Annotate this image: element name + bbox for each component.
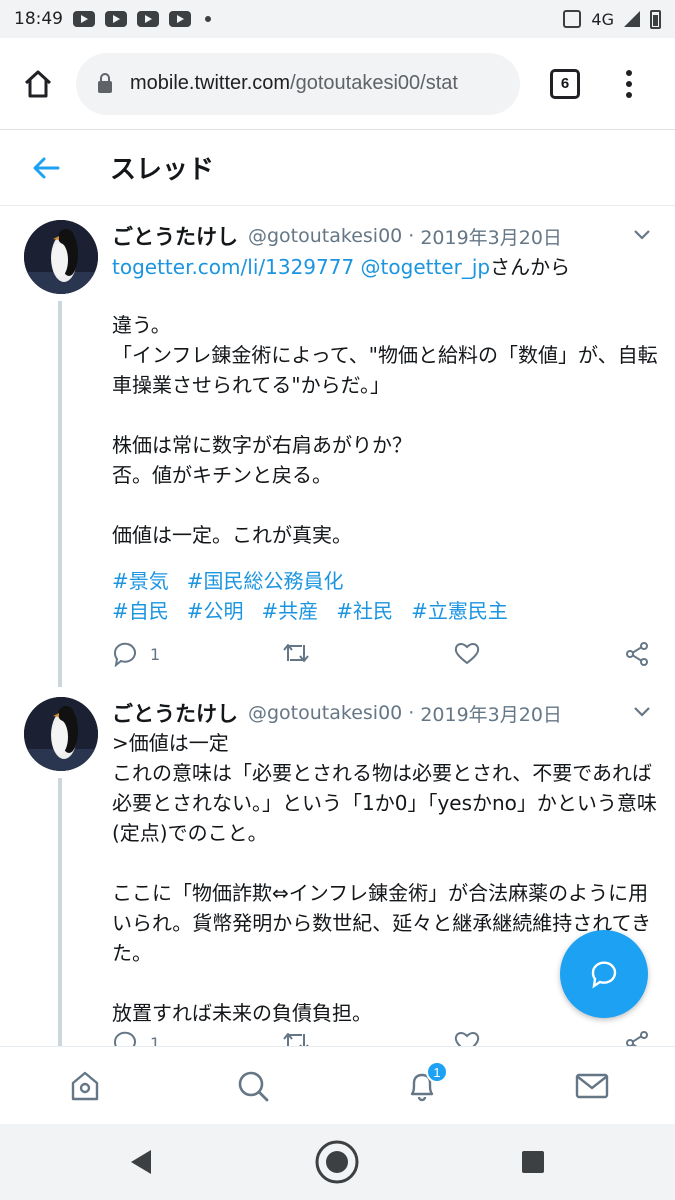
compose-reply-button[interactable] — [560, 930, 648, 1018]
thread-header: スレッド — [0, 130, 675, 206]
nav-search[interactable] — [213, 1047, 293, 1125]
retweet-icon — [283, 644, 309, 662]
address-bar[interactable]: mobile.twitter.com/gotoutakesi00/stat — [76, 52, 520, 115]
hashtag-link[interactable]: #自民 — [112, 599, 169, 623]
menu-dot-icon — [626, 80, 632, 87]
youtube-notification-icon — [105, 11, 127, 27]
avatar[interactable] — [24, 220, 98, 294]
hashtag-link[interactable]: #社民 — [336, 599, 393, 623]
chat-bubble-icon — [591, 961, 617, 989]
page-title: スレッド — [110, 155, 215, 185]
chevron-down-icon[interactable] — [633, 706, 651, 718]
reply-button[interactable]: 1 — [112, 1030, 160, 1046]
battery-icon — [650, 9, 661, 29]
tweet-actions: 1 — [112, 641, 662, 671]
share-button[interactable] — [624, 641, 650, 667]
browser-toolbar: mobile.twitter.com/gotoutakesi00/stat 6 — [0, 38, 675, 130]
tweet-date[interactable]: 2019年3月20日 — [420, 223, 562, 250]
youtube-notification-icon — [169, 11, 191, 27]
chevron-down-icon[interactable] — [633, 229, 651, 241]
tweet-separator: · — [408, 225, 415, 247]
tweet-author-name[interactable]: ごとうたけし — [112, 698, 238, 728]
reply-count: 1 — [150, 644, 161, 664]
reply-count: 1 — [150, 1033, 161, 1047]
status-time: 18:49 — [14, 9, 63, 29]
notification-badge: 1 — [426, 1061, 448, 1083]
android-home-button[interactable] — [292, 1124, 382, 1200]
link-suffix: さんから — [490, 255, 571, 279]
reply-icon — [113, 642, 136, 667]
back-button[interactable] — [0, 130, 92, 206]
penguin-avatar-image — [24, 697, 98, 771]
more-notifications-icon — [205, 16, 211, 22]
url-text: mobile.twitter.com/gotoutakesi00/stat — [130, 72, 458, 95]
hashtag-link[interactable]: #国民総公務員化 — [187, 569, 344, 593]
home-button[interactable] — [0, 38, 76, 130]
tweet-separator: · — [408, 702, 415, 724]
tweet-text: 違う。 「インフレ錬金術によって、"物価と給料の「数値」が、自転車操業させられて… — [112, 313, 658, 547]
hashtag-link[interactable]: #景気 — [112, 569, 169, 593]
nav-messages[interactable] — [552, 1047, 632, 1125]
youtube-notification-icon — [73, 11, 95, 27]
back-arrow-icon — [33, 157, 60, 178]
retweet-icon — [283, 1033, 309, 1046]
tweet-author-handle[interactable]: @gotoutakesi00 — [248, 225, 402, 247]
home-icon — [24, 70, 52, 97]
tweet-author-name[interactable]: ごとうたけし — [112, 221, 238, 251]
nav-home[interactable] — [45, 1047, 125, 1125]
hashtag-link[interactable]: #立憲民主 — [411, 599, 508, 623]
like-button[interactable] — [454, 641, 480, 665]
share-button[interactable] — [624, 1030, 650, 1046]
bottom-navigation: 1 — [0, 1046, 675, 1124]
android-navigation-bar — [0, 1124, 675, 1200]
tweet-author-handle[interactable]: @gotoutakesi00 — [248, 702, 402, 724]
penguin-avatar-image — [24, 220, 98, 294]
android-back-button[interactable] — [96, 1124, 186, 1200]
url-path: /gotoutakesi00/stat — [290, 72, 458, 94]
back-triangle-icon — [131, 1150, 151, 1174]
status-bar: 18:49 4G — [0, 0, 675, 38]
share-icon — [626, 1031, 648, 1046]
thread-connector — [58, 778, 62, 1046]
menu-dot-icon — [626, 91, 632, 98]
search-icon — [238, 1071, 269, 1102]
avatar[interactable] — [24, 697, 98, 771]
retweet-button[interactable] — [282, 1030, 310, 1046]
nav-notifications[interactable]: 1 — [382, 1047, 462, 1125]
share-icon — [626, 642, 648, 666]
hashtag-link[interactable]: #公明 — [187, 599, 244, 623]
network-type: 4G — [591, 9, 614, 29]
browser-menu-button[interactable] — [626, 69, 632, 98]
signal-icon — [624, 11, 640, 27]
heart-icon — [454, 643, 480, 665]
recents-square-icon — [522, 1151, 544, 1173]
togetter-link[interactable]: togetter.com/li/1329777 — [112, 255, 354, 279]
mail-icon — [575, 1073, 609, 1099]
tweet-header: ごとうたけし @gotoutakesi00 · 2019年3月20日 — [112, 221, 655, 251]
mention-link[interactable]: @togetter_jp — [361, 255, 491, 279]
tweet-hashtags: #景気 #国民総公務員化 #自民 #公明 #共産 #社民 #立憲民主 — [112, 566, 660, 626]
like-button[interactable] — [454, 1030, 480, 1046]
youtube-notification-icon — [137, 11, 159, 27]
hashtag-link[interactable]: #共産 — [262, 599, 319, 623]
tweet-link-line: togetter.com/li/1329777 @togetter_jpさんから — [112, 252, 660, 282]
thread-connector — [58, 301, 62, 687]
tweet-date[interactable]: 2019年3月20日 — [420, 700, 562, 727]
tab-switcher-button[interactable]: 6 — [550, 68, 580, 99]
retweet-button[interactable] — [282, 641, 310, 665]
home-circle-icon — [315, 1140, 359, 1184]
android-recents-button[interactable] — [488, 1124, 578, 1200]
heart-icon — [454, 1032, 480, 1046]
reply-button[interactable]: 1 — [112, 641, 160, 667]
reply-icon — [113, 1031, 136, 1046]
tweet-actions: 1 — [112, 1030, 662, 1046]
menu-dot-icon — [626, 69, 632, 76]
vibrate-icon — [563, 10, 582, 28]
tweet-header: ごとうたけし @gotoutakesi00 · 2019年3月20日 — [112, 698, 655, 728]
tweet[interactable]: ごとうたけし @gotoutakesi00 · 2019年3月20日 toget… — [0, 207, 675, 687]
lock-icon — [98, 72, 112, 93]
url-host: mobile.twitter.com — [130, 72, 291, 94]
home-icon — [71, 1071, 99, 1101]
